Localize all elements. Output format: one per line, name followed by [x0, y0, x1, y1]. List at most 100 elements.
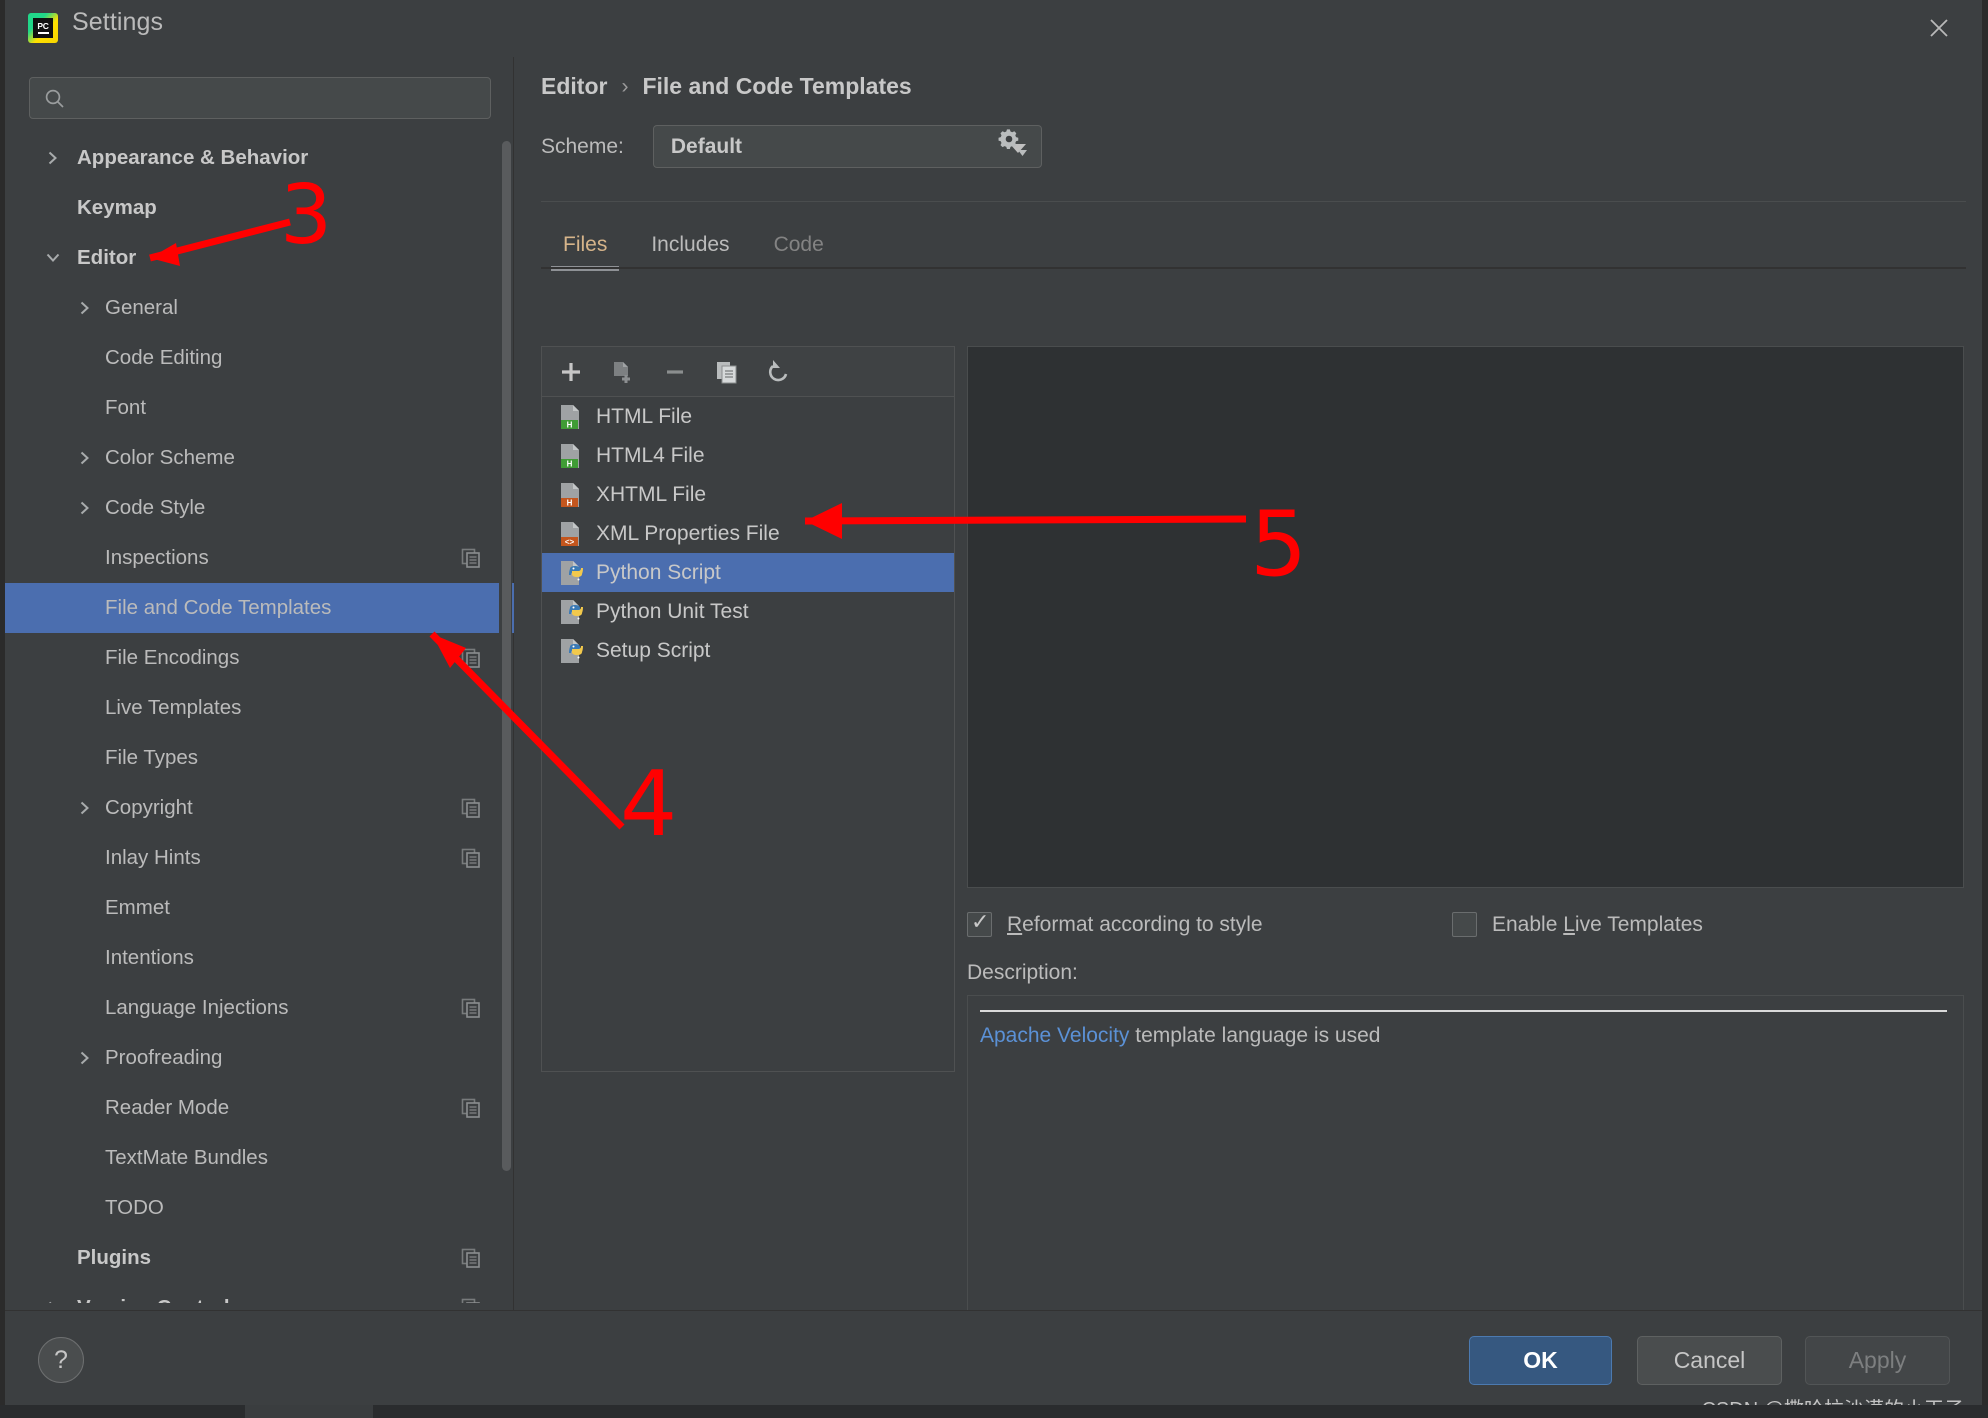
- copy-settings-icon[interactable]: [460, 847, 482, 869]
- dialog-footer: ? OK Cancel Apply CSDN @撒哈拉沙漠的小王子: [5, 1310, 1982, 1418]
- reset-template-button[interactable]: [764, 357, 794, 387]
- sidebar-item-label: TextMate Bundles: [105, 1146, 268, 1169]
- tabs-underline: [541, 267, 1966, 269]
- copy-template-button[interactable]: [712, 357, 742, 387]
- add-file-icon: [614, 361, 630, 383]
- breadcrumb-parent[interactable]: Editor: [541, 73, 607, 100]
- chevron-right-icon[interactable]: [43, 148, 63, 168]
- description-label: Description:: [967, 961, 1078, 984]
- create-child-template-button[interactable]: [608, 357, 638, 387]
- annotation-number-5: 5: [1250, 492, 1308, 597]
- tab-files[interactable]: Files: [541, 221, 629, 271]
- scheme-row: Scheme: Default: [541, 125, 1042, 168]
- sidebar-item-language-injections[interactable]: Language Injections: [5, 983, 514, 1033]
- checkbox-box: [967, 908, 992, 937]
- sidebar-item-inspections[interactable]: Inspections: [5, 533, 514, 583]
- copy-settings-icon: [461, 548, 480, 568]
- copy-settings-icon: [461, 798, 480, 818]
- close-icon[interactable]: [1912, 8, 1966, 48]
- sidebar-item-editor[interactable]: Editor: [5, 233, 514, 283]
- breadcrumb-separator-icon: ›: [621, 74, 629, 98]
- template-list-item[interactable]: <> XML Properties File: [542, 514, 954, 553]
- cancel-button[interactable]: Cancel: [1637, 1336, 1782, 1385]
- copy-settings-icon: [461, 998, 480, 1018]
- sidebar-item-inlay-hints[interactable]: Inlay Hints: [5, 833, 514, 883]
- copy-settings-icon[interactable]: [460, 797, 482, 819]
- chevron-right-icon[interactable]: [75, 798, 95, 818]
- tab-code: Code: [773, 233, 824, 256]
- scheme-value: Default: [670, 134, 743, 158]
- apache-velocity-link[interactable]: Apache Velocity: [980, 1024, 1129, 1047]
- sidebar-item-label: Plugins: [77, 1246, 152, 1269]
- template-list-item[interactable]: Setup Script: [542, 631, 954, 670]
- sidebar-item-file-types[interactable]: File Types: [5, 733, 514, 783]
- sidebar-item-label: Color Scheme: [105, 446, 235, 469]
- xhtml-file-icon: H: [559, 481, 585, 509]
- template-name: Python Script: [596, 560, 721, 584]
- sidebar-item-reader-mode[interactable]: Reader Mode: [5, 1083, 514, 1133]
- help-button[interactable]: ?: [38, 1337, 84, 1383]
- scheme-dropdown[interactable]: Default: [652, 125, 1042, 168]
- sidebar-item-intentions[interactable]: Intentions: [5, 933, 514, 983]
- html-file-icon: H: [561, 443, 579, 468]
- copy-settings-icon[interactable]: [460, 647, 482, 669]
- minus-icon: [667, 369, 683, 374]
- sidebar-item-live-templates[interactable]: Live Templates: [5, 683, 514, 733]
- chevron-right-icon: [80, 451, 89, 465]
- copy-settings-icon: [461, 1298, 480, 1303]
- template-list-item[interactable]: H HTML File: [542, 397, 954, 436]
- sidebar-item-file-and-code-templates[interactable]: File and Code Templates: [5, 583, 514, 633]
- copy-settings-icon[interactable]: [460, 1097, 482, 1119]
- sidebar-item-emmet[interactable]: Emmet: [5, 883, 514, 933]
- sidebar-item-code-editing[interactable]: Code Editing: [5, 333, 514, 383]
- copy-settings-icon[interactable]: [460, 547, 482, 569]
- template-list-item[interactable]: Python Unit Test: [542, 592, 954, 631]
- python-file-icon: [561, 638, 583, 663]
- sidebar-item-code-style[interactable]: Code Style: [5, 483, 514, 533]
- sidebar-item-keymap[interactable]: Keymap: [5, 183, 514, 233]
- search-input[interactable]: [74, 78, 484, 118]
- chevron-right-icon[interactable]: [75, 448, 95, 468]
- tab-includes[interactable]: Includes: [629, 221, 751, 269]
- add-template-button[interactable]: [556, 357, 586, 387]
- sidebar-item-copyright[interactable]: Copyright: [5, 783, 514, 833]
- sidebar-item-general[interactable]: General: [5, 283, 514, 333]
- chevron-down-icon[interactable]: [43, 248, 63, 268]
- sidebar-item-textmate-bundles[interactable]: TextMate Bundles: [5, 1133, 514, 1183]
- sidebar-item-font[interactable]: Font: [5, 383, 514, 433]
- chevron-right-icon[interactable]: [75, 1048, 95, 1068]
- ok-button[interactable]: OK: [1469, 1336, 1612, 1385]
- sidebar-item-file-encodings[interactable]: File Encodings: [5, 633, 514, 683]
- template-list-item[interactable]: H HTML4 File: [542, 436, 954, 475]
- chevron-right-icon[interactable]: [75, 498, 95, 518]
- title-bar: PC Settings: [0, 0, 1988, 57]
- description-box: Apache Velocity template language is use…: [967, 995, 1964, 1333]
- copy-settings-icon[interactable]: [460, 997, 482, 1019]
- search-icon: [44, 88, 66, 110]
- copy-settings-icon[interactable]: [460, 1297, 482, 1303]
- description-rule: [980, 1010, 1947, 1012]
- remove-template-button[interactable]: [660, 357, 690, 387]
- template-editor-area[interactable]: [967, 346, 1964, 888]
- chevron-right-icon[interactable]: [75, 298, 95, 318]
- search-field[interactable]: [29, 77, 491, 119]
- copy-settings-icon[interactable]: [460, 1247, 482, 1269]
- sidebar-item-proofreading[interactable]: Proofreading: [5, 1033, 514, 1083]
- chevron-right-icon[interactable]: [43, 1298, 63, 1303]
- header-divider: [541, 201, 1966, 202]
- sidebar-item-todo[interactable]: TODO: [5, 1183, 514, 1233]
- scheme-settings-gear-button[interactable]: [988, 119, 1034, 165]
- sidebar-item-label: Live Templates: [105, 696, 242, 719]
- window-title: Settings: [72, 8, 164, 36]
- sidebar-item-version-control[interactable]: Version Control: [5, 1283, 514, 1303]
- reformat-checkbox[interactable]: Reformat according to style: [967, 908, 1263, 937]
- sidebar-scrollbar-thumb[interactable]: [502, 141, 511, 1171]
- sidebar-item-appearance-behavior[interactable]: Appearance & Behavior: [5, 133, 514, 183]
- sidebar-item-label: Copyright: [105, 796, 193, 819]
- sidebar-item-plugins[interactable]: Plugins: [5, 1233, 514, 1283]
- live-templates-checkbox[interactable]: Enable Live Templates: [1452, 912, 1703, 937]
- sidebar-item-color-scheme[interactable]: Color Scheme: [5, 433, 514, 483]
- template-list-item[interactable]: Python Script: [542, 553, 954, 592]
- sidebar-item-label: Emmet: [105, 896, 170, 919]
- template-list-item[interactable]: H XHTML File: [542, 475, 954, 514]
